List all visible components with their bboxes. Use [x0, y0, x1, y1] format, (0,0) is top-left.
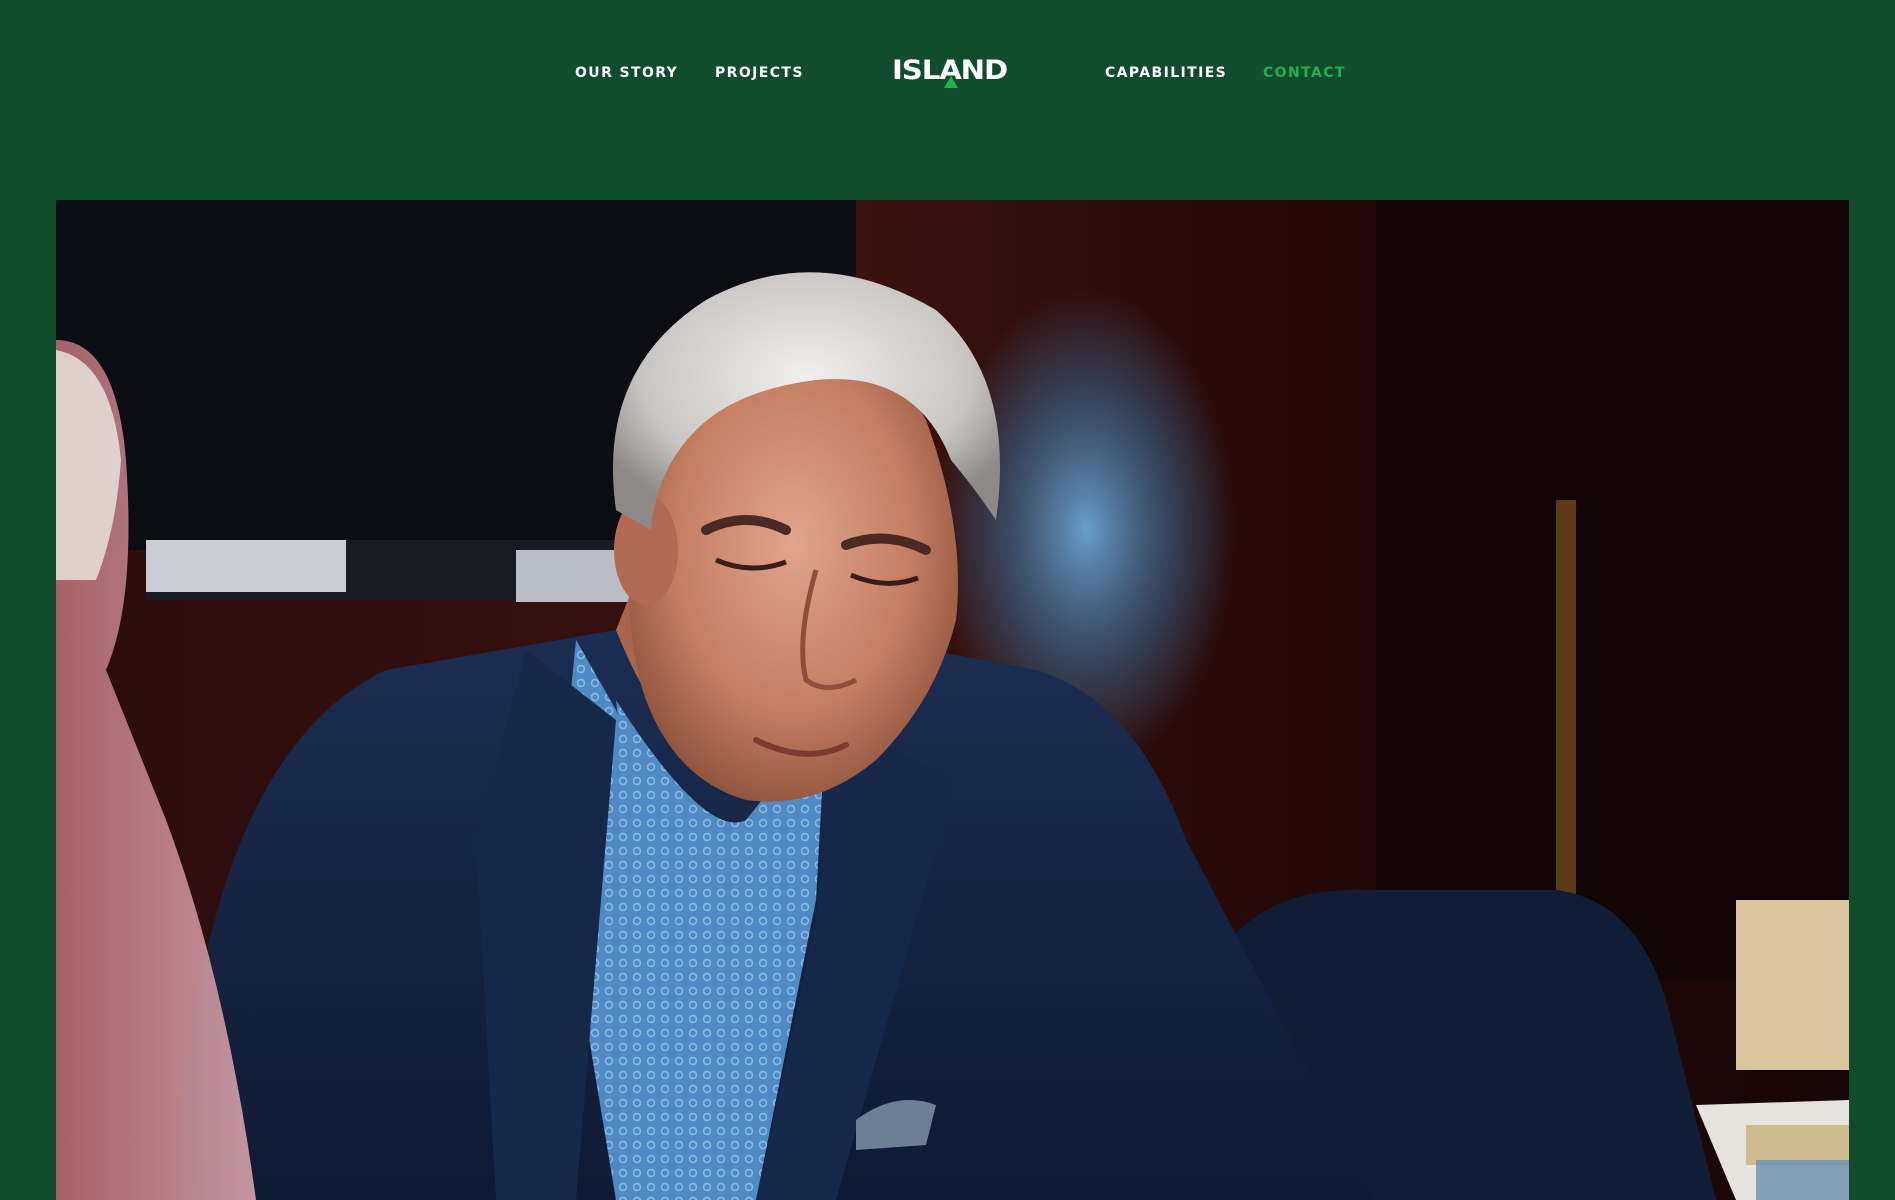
hero-image	[56, 200, 1849, 1200]
island-logo[interactable]: ISLAND	[892, 56, 1014, 90]
nav-capabilities[interactable]: CAPABILITIES	[1105, 64, 1227, 82]
nav-projects[interactable]: PROJECTS	[715, 64, 804, 82]
site-header: OUR STORY PROJECTS ISLAND CAPABILITIES C…	[0, 0, 1895, 200]
nav-contact[interactable]: CONTACT	[1263, 64, 1346, 82]
hero-photo	[56, 200, 1849, 1200]
nav-our-story[interactable]: OUR STORY	[575, 64, 678, 82]
triangle-icon	[944, 76, 958, 88]
